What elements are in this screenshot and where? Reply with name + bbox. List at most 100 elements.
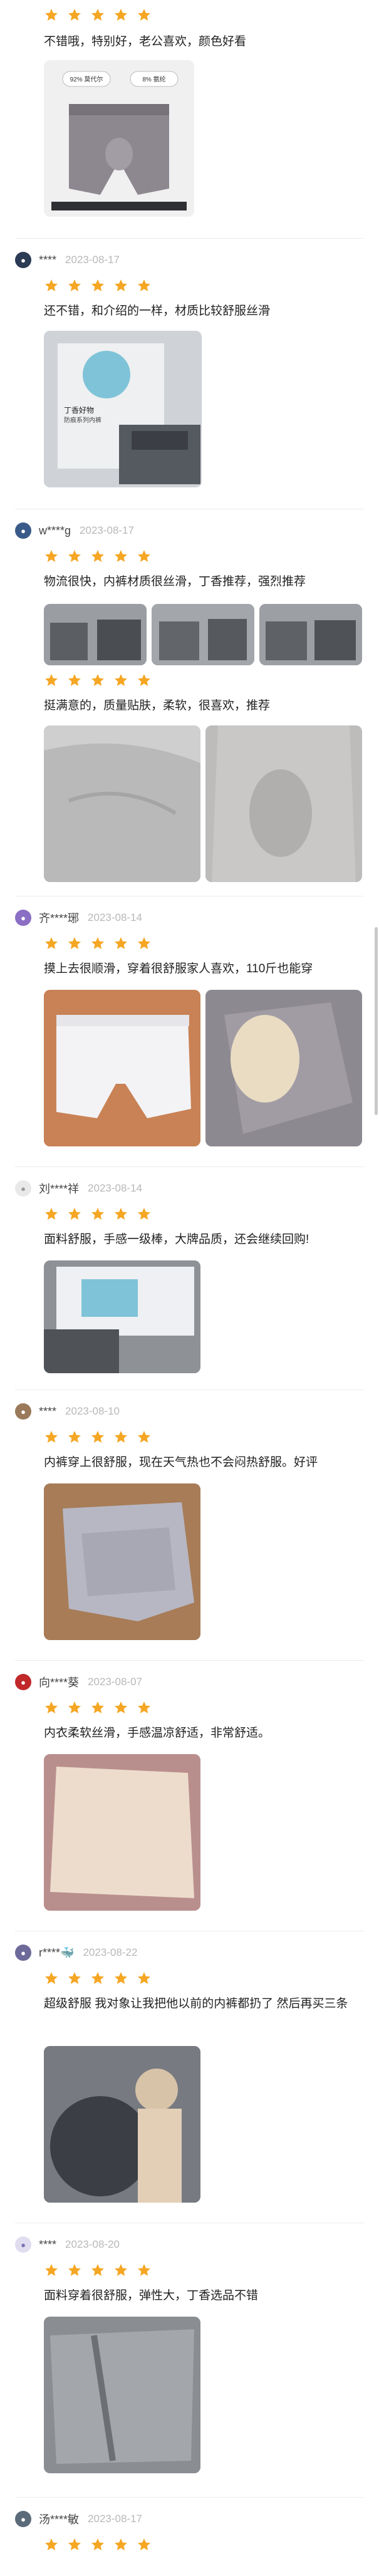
star-icon: [138, 674, 150, 686]
star-icon: [68, 1208, 81, 1220]
star-icon: [91, 9, 104, 21]
scrollbar[interactable]: [375, 927, 378, 1115]
review-date: 2023-08-10: [65, 1405, 120, 1417]
star-icon: [115, 1972, 127, 1984]
star-icon: [115, 1208, 127, 1220]
avatar: ●: [15, 522, 31, 539]
avatar: ●: [15, 2511, 31, 2527]
review-user: ● 刘****祥 2023-08-14: [15, 1179, 142, 1198]
star-icon: [91, 2264, 104, 2276]
review-date: 2023-08-17: [88, 2513, 142, 2525]
review-text: 面料穿着很舒服，弹性大，丁香选品不错: [44, 2289, 259, 2302]
review-date: 2023-08-22: [83, 1946, 138, 1958]
divider: [15, 2497, 364, 2498]
star-icon: [45, 2264, 58, 2276]
star-icon: [68, 1972, 81, 1984]
review-text: 面料舒服，手感一级棒，大牌品质，还会继续回购!: [44, 1233, 309, 1246]
review-photo[interactable]: [44, 1260, 200, 1373]
star-icon: [45, 279, 58, 291]
star-icon: [68, 550, 81, 562]
rating-stars: [44, 278, 160, 293]
star-icon: [91, 1208, 104, 1220]
review-date: 2023-08-17: [65, 254, 120, 266]
review-photo[interactable]: [44, 1754, 200, 1911]
review-text: 物流很快，内裤材质很丝滑，丁香推荐，强烈推荐: [44, 575, 306, 588]
review-text: 超级舒服 我对象让我把他以前的内裤都扔了 然后再买三条: [44, 1997, 348, 2010]
star-icon: [138, 2538, 150, 2550]
star-icon: [115, 279, 127, 291]
review-user: ● **** 2023-08-10: [15, 1402, 120, 1421]
review-text: 摸上去很顺滑，穿着很舒服家人喜欢，110斤也能穿: [44, 962, 313, 975]
review-text: 内裤穿上很舒服，现在天气热也不会闷热舒服。好评: [44, 1456, 318, 1469]
rating-stars: [44, 936, 160, 951]
review-user: ● **** 2023-08-17: [15, 251, 120, 269]
star-icon: [138, 1208, 150, 1220]
package-label: 防痕系列内裤: [64, 417, 101, 424]
review-user: ● w****g 2023-08-17: [15, 521, 134, 540]
review-date: 2023-08-14: [88, 911, 142, 923]
star-icon: [45, 1431, 58, 1443]
star-icon: [138, 9, 150, 21]
star-icon: [115, 1431, 127, 1443]
review-photo[interactable]: [44, 725, 200, 882]
star-icon: [115, 1701, 127, 1713]
review-date: 2023-08-14: [88, 1182, 142, 1194]
review-photo[interactable]: [44, 990, 200, 1146]
star-icon: [115, 2264, 127, 2276]
rating-stars: [44, 2263, 160, 2278]
star-icon: [68, 2538, 81, 2550]
star-icon: [68, 1431, 81, 1443]
avatar: ●: [15, 1180, 31, 1197]
review-photo[interactable]: [44, 2317, 200, 2473]
review-user: ● 向****葵 2023-08-07: [15, 1673, 142, 1691]
star-icon: [115, 2538, 127, 2550]
review-date: 2023-08-17: [80, 524, 134, 536]
star-icon: [138, 2264, 150, 2276]
username: 刘****祥: [39, 1183, 80, 1195]
star-icon: [91, 279, 104, 291]
username: 齐****琊: [39, 912, 80, 925]
star-icon: [138, 1431, 150, 1443]
star-icon: [68, 2264, 81, 2276]
star-icon: [45, 674, 58, 686]
star-icon: [138, 279, 150, 291]
rating-stars: [44, 673, 160, 688]
review-text: 内衣柔软丝滑，手感温凉舒适，非常舒适。: [44, 1727, 271, 1740]
star-icon: [91, 1972, 104, 1984]
review-photo[interactable]: 92% 莫代尔 8% 氨纶: [44, 60, 194, 217]
divider: [15, 1660, 364, 1661]
star-icon: [138, 937, 150, 949]
review-photo[interactable]: [152, 604, 254, 665]
review-photo[interactable]: [44, 2046, 200, 2203]
username: ****: [39, 253, 57, 266]
star-icon: [91, 550, 104, 562]
star-icon: [45, 1208, 58, 1220]
review-photo[interactable]: [205, 990, 362, 1146]
review-photo[interactable]: [44, 604, 147, 665]
star-icon: [115, 9, 127, 21]
star-icon: [45, 1701, 58, 1713]
star-icon: [91, 1431, 104, 1443]
star-icon: [68, 1701, 81, 1713]
rating-stars: [44, 1971, 160, 1986]
username: 向****葵: [39, 1676, 80, 1689]
package-label: 丁香好物: [64, 406, 95, 415]
rating-stars: [44, 1700, 160, 1715]
star-icon: [68, 279, 81, 291]
username: 汤****敏: [39, 2513, 80, 2526]
review-photo[interactable]: [259, 604, 362, 665]
review-photo[interactable]: [205, 725, 362, 882]
review-text: 不错哦，特别好，老公喜欢，颜色好看: [44, 35, 247, 48]
review-photo[interactable]: [44, 1483, 200, 1640]
avatar: ●: [15, 1945, 31, 1961]
star-icon: [138, 1701, 150, 1713]
star-icon: [91, 1701, 104, 1713]
username: ****: [39, 1405, 57, 1418]
review-date: 2023-08-20: [65, 2238, 120, 2250]
star-icon: [115, 674, 127, 686]
star-icon: [91, 937, 104, 949]
avatar: ●: [15, 2236, 31, 2253]
review-photo[interactable]: 丁香好物 防痕系列内裤: [44, 331, 202, 487]
product-tag: 8% 氨纶: [142, 76, 166, 83]
star-icon: [68, 674, 81, 686]
